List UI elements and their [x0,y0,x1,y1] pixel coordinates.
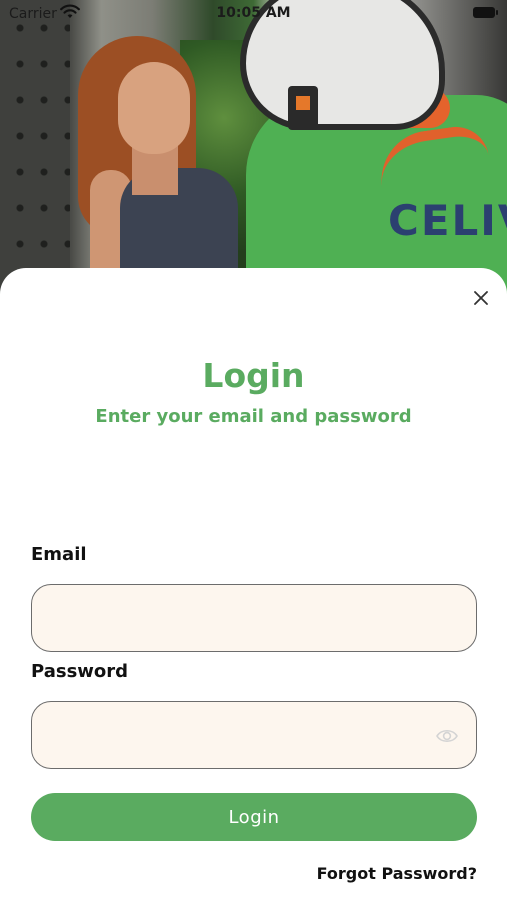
email-field[interactable] [32,585,476,651]
login-button[interactable]: Login [31,793,477,841]
page-subtitle: Enter your email and password [95,406,412,427]
hero-helmet-strap [288,86,318,130]
password-field[interactable] [32,702,476,768]
close-icon [474,291,488,305]
hero-woman-face [118,62,190,154]
hero-wall [0,0,70,300]
password-field-container [31,701,477,769]
hero-image: CELIV [0,0,507,300]
hero-logo-text: CELIV [388,196,507,245]
eye-icon[interactable] [436,726,458,746]
login-sheet: Login Enter your email and password Emai… [0,268,507,900]
page-title: Login [202,356,305,395]
password-label: Password [31,661,129,682]
battery-icon [473,7,498,18]
status-bar: Carrier 10:05 AM [0,0,507,28]
status-time: 10:05 AM [216,5,291,21]
forgot-password-link[interactable]: Forgot Password? [317,864,477,883]
close-button[interactable] [469,286,493,310]
email-label: Email [31,544,87,565]
email-field-container [31,584,477,652]
